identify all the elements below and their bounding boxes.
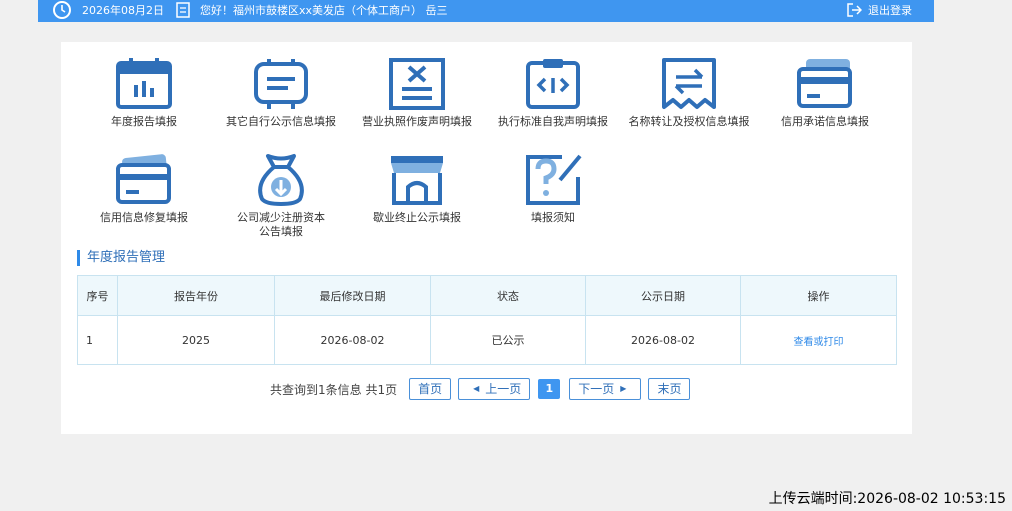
- view-print-link[interactable]: 查看或打印: [794, 337, 844, 348]
- next-page-label: 下一页: [578, 382, 615, 396]
- col-index: 序号: [77, 275, 118, 316]
- tile-label: 公司减少注册资本 公告填报: [214, 211, 348, 239]
- pagination-info: 共查询到1条信息 共1页: [270, 382, 398, 397]
- annual-report-table: 序号 报告年份 最后修改日期 状态 公示日期 操作 1 2025 2026-08…: [77, 275, 897, 365]
- prev-page-button[interactable]: ◀ 上一页: [458, 378, 531, 400]
- user-card-icon: [176, 2, 190, 18]
- section-title: 年度报告管理: [77, 250, 165, 266]
- question-edit-icon: [526, 154, 582, 205]
- tile-label: 其它自行公示信息填报: [226, 115, 336, 128]
- cell-last-modified: 2026-08-02: [274, 315, 431, 365]
- void-document-icon: [389, 58, 445, 110]
- first-page-button[interactable]: 首页: [409, 378, 452, 400]
- tile-annual-report[interactable]: 年度报告填报: [77, 57, 211, 129]
- tile-label: 营业执照作废声明填报: [362, 115, 472, 128]
- cell-report-year: 2025: [117, 315, 275, 365]
- triangle-left-icon: ◀: [473, 384, 480, 393]
- tile-label-line2: 公告填报: [259, 225, 303, 238]
- tile-label: 名称转让及授权信息填报: [628, 115, 750, 128]
- current-page-button[interactable]: 1: [538, 379, 561, 399]
- cell-index: 1: [77, 315, 118, 365]
- col-status: 状态: [430, 275, 586, 316]
- prev-page-label: 上一页: [485, 382, 522, 396]
- calendar-icon: [116, 58, 172, 109]
- tile-name-transfer[interactable]: 名称转让及授权信息填报: [622, 57, 756, 129]
- main-card: 年度报告填报 其它自行公示信息填报 营业执照作废声明填报 执行标准自我声明填报: [61, 42, 912, 434]
- last-page-button[interactable]: 末页: [648, 378, 691, 400]
- store-icon: [391, 156, 443, 205]
- tile-label-line1: 公司减少注册资本: [237, 211, 325, 224]
- tile-filing-notice[interactable]: 填报须知: [486, 153, 620, 225]
- col-last-modified: 最后修改日期: [274, 275, 431, 316]
- date-area: 2026年08月2日: [52, 0, 164, 20]
- next-page-button[interactable]: 下一页 ▶: [569, 378, 642, 400]
- tile-credit-repair[interactable]: 信用信息修复填报: [77, 153, 211, 225]
- triangle-right-icon: ▶: [620, 384, 627, 393]
- tile-license-void[interactable]: 营业执照作废声明填报: [350, 57, 484, 129]
- money-bag-icon: [258, 154, 304, 206]
- current-date: 2026年08月2日: [82, 4, 164, 17]
- greeting-text: 您好！福州市鼓楼区xx美发店（个体工商户） 岳三: [200, 4, 448, 17]
- cell-status: 已公示: [430, 315, 586, 365]
- pagination: 共查询到1条信息 共1页 首页 ◀ 上一页 1 下一页 ▶ 末页: [270, 377, 697, 401]
- cell-action: 查看或打印: [740, 315, 897, 365]
- clock-icon: [53, 1, 71, 19]
- tile-label: 填报须知: [531, 211, 575, 224]
- greeting-area: 您好！福州市鼓楼区xx美发店（个体工商户） 岳三: [176, 0, 448, 20]
- first-page-label: 首页: [418, 382, 443, 396]
- tile-standard-declaration[interactable]: 执行标准自我声明填报: [486, 57, 620, 129]
- credit-card-icon: [797, 59, 852, 108]
- logout-label: 退出登录: [868, 4, 912, 17]
- last-page-label: 末页: [657, 382, 682, 396]
- table-row: 1 2025 2026-08-02 已公示 2026-08-02 查看或打印: [77, 315, 897, 365]
- top-bar: 2026年08月2日 您好！福州市鼓楼区xx美发店（个体工商户） 岳三 退出登录: [38, 0, 934, 22]
- tile-label: 执行标准自我声明填报: [498, 115, 608, 128]
- col-report-year: 报告年份: [117, 275, 275, 316]
- tile-credit-commitment[interactable]: 信用承诺信息填报: [758, 57, 892, 129]
- table-header-row: 序号 报告年份 最后修改日期 状态 公示日期 操作: [77, 275, 897, 316]
- upload-time: 上传云端时间:2026-08-02 10:53:15: [768, 491, 1006, 507]
- tile-label: 信用承诺信息填报: [781, 115, 869, 128]
- tile-capital-reduction[interactable]: 公司减少注册资本 公告填报: [214, 153, 348, 239]
- document-board-icon: [254, 59, 308, 109]
- cell-publish-date: 2026-08-02: [585, 315, 741, 365]
- tile-label: 年度报告填报: [111, 115, 177, 128]
- code-clipboard-icon: [526, 59, 580, 109]
- credit-cards-icon: [116, 154, 171, 204]
- tile-label: 歇业终止公示填报: [373, 211, 461, 224]
- tile-label: 信用信息修复填报: [100, 211, 188, 224]
- col-publish-date: 公示日期: [585, 275, 741, 316]
- tile-closure-disclosure[interactable]: 歇业终止公示填报: [350, 153, 484, 225]
- tile-other-disclosure[interactable]: 其它自行公示信息填报: [214, 57, 348, 129]
- col-action: 操作: [740, 275, 897, 316]
- transfer-receipt-icon: [662, 58, 716, 109]
- logout-icon: [847, 3, 862, 17]
- logout-button[interactable]: 退出登录: [846, 0, 912, 20]
